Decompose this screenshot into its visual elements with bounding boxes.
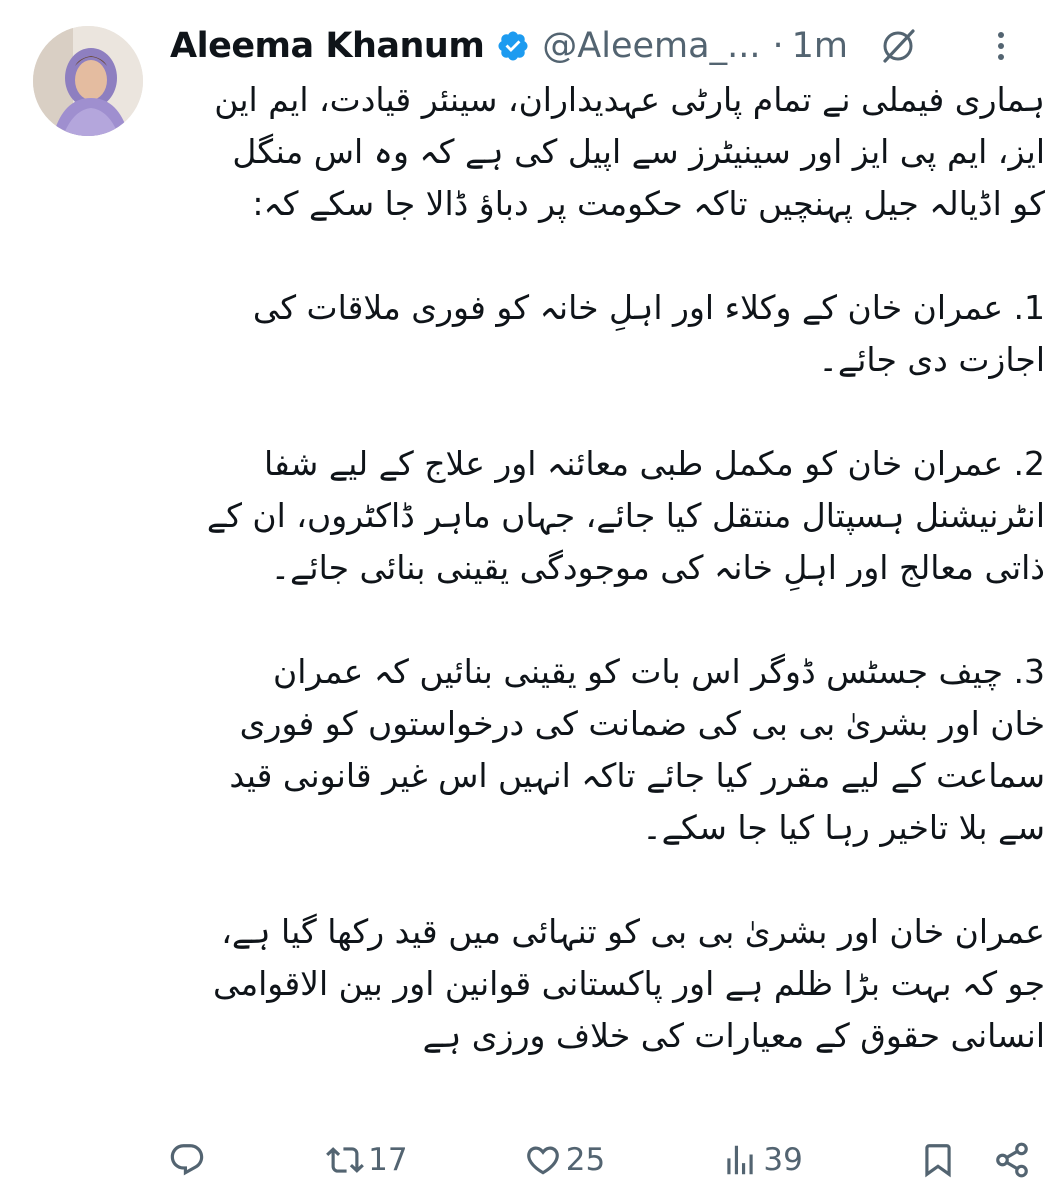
text-line: خان اور بشریٰ بی بی کی ضمانت کی درخواستو… [239,704,1045,743]
text-line: سے بلا تاخیر رہا کیا جا سکے۔ [642,808,1045,847]
avatar-photo [33,26,143,136]
more-icon[interactable] [979,24,1023,68]
point-3-paragraph: 3. چیف جسٹس ڈوگر اس بات کو یقینی بنائیں … [170,646,1045,854]
retweet-count: 17 [368,1142,408,1178]
share-icon [996,1142,1028,1178]
bookmark-icon [925,1144,951,1178]
bookmark-button[interactable] [919,1141,957,1179]
text-line: 2. عمران خان کو مکمل طبی معائنہ اور علاج… [263,444,1045,483]
action-bar: 17 25 39 [168,1135,1031,1185]
tweet-text: ہماری فیملی نے تمام پارٹی عہدیداران، سین… [170,74,1045,1062]
action-bar-right [919,1141,1031,1179]
grok-icon[interactable] [878,26,918,66]
share-button[interactable] [993,1141,1031,1179]
text-line: جو کہ بہت بڑا ظلم ہے اور پاکستانی قوانین… [212,964,1045,1003]
separator-dot: · [772,26,784,66]
reply-button[interactable] [168,1141,210,1179]
like-count: 25 [565,1142,606,1178]
reply-icon [170,1144,204,1176]
views-count: 39 [763,1142,803,1178]
point-1-paragraph: 1. عمران خان کے وکلاء اور اہلِ خانہ کو ف… [170,282,1045,386]
timestamp[interactable]: 1m [792,26,848,66]
text-line: اجازت دی جائے۔ [818,340,1045,379]
retweet-icon [326,1147,365,1173]
verified-badge-icon [496,29,530,63]
text-line: ایز، ایم پی ایز اور سینیٹرز سے اپیل کی ہ… [232,132,1045,171]
like-icon [526,1146,559,1175]
text-line: سماعت کے لیے مقرر کیا جائے تاکہ انہیں اس… [229,756,1045,795]
text-line: عمران خان اور بشریٰ بی بی کو تنہائی میں … [221,912,1045,951]
views-button[interactable]: 39 [721,1141,803,1179]
text-line: ذاتی معالج اور اہلِ خانہ کی موجودگی یقین… [270,548,1045,587]
text-line: ہماری فیملی نے تمام پارٹی عہدیداران، سین… [214,80,1045,119]
point-2-paragraph: 2. عمران خان کو مکمل طبی معائنہ اور علاج… [170,438,1045,594]
intro-paragraph: ہماری فیملی نے تمام پارٹی عہدیداران، سین… [170,74,1045,230]
closing-paragraph: عمران خان اور بشریٰ بی بی کو تنہائی میں … [170,906,1045,1062]
author-avatar[interactable] [33,26,143,136]
text-line: انسانی حقوق کے معیارات کی خلاف ورزی ہے [422,1016,1045,1055]
author-handle[interactable]: @Aleema_... [542,26,760,66]
like-button[interactable]: 25 [524,1141,605,1179]
text-line: کو اڈیالہ جیل پہنچیں تاکہ حکومت پر دباؤ … [252,184,1045,223]
tweet-card[interactable]: Aleema Khanum @Aleema_... · 1m ہماری فیم… [0,0,1051,1200]
text-line: 3. چیف جسٹس ڈوگر اس بات کو یقینی بنائیں … [272,652,1045,691]
author-display-name[interactable]: Aleema Khanum [170,26,485,66]
text-line: انٹرنیشنل ہسپتال منتقل کیا جائے، جہاں ما… [206,496,1045,535]
text-line: 1. عمران خان کے وکلاء اور اہلِ خانہ کو ف… [252,288,1045,327]
views-icon [727,1145,754,1175]
tweet-header: Aleema Khanum @Aleema_... · 1m [170,22,1031,70]
retweet-button[interactable]: 17 [326,1141,408,1179]
